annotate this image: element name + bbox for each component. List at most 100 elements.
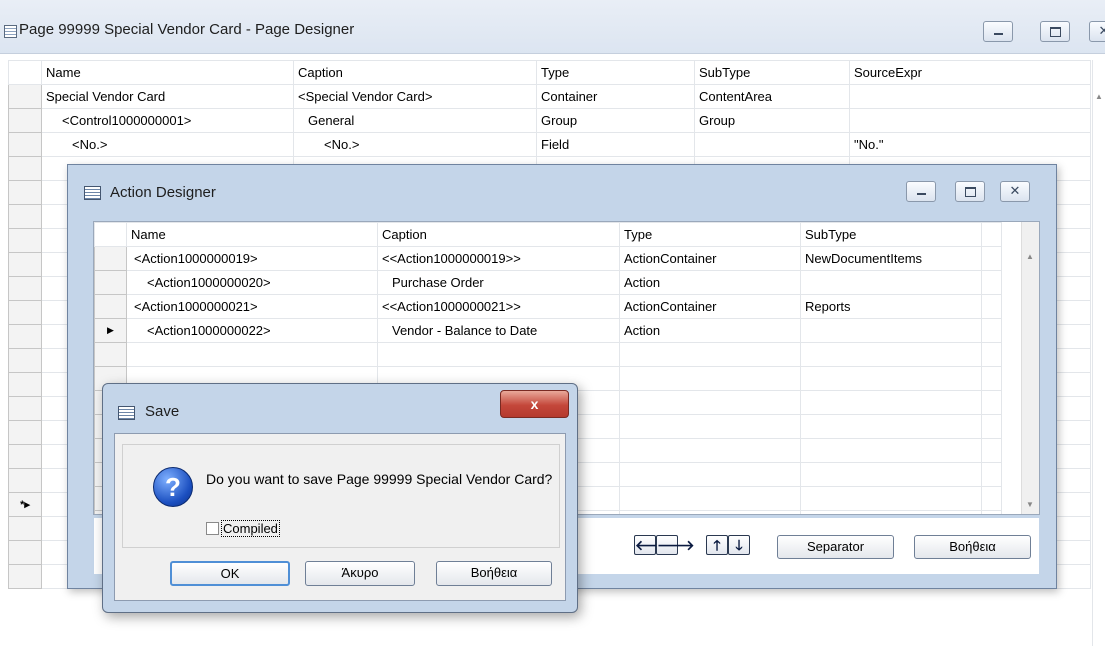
- cell-subtype[interactable]: Reports: [800, 294, 982, 319]
- cell-caption[interactable]: General: [293, 108, 537, 133]
- cell-caption[interactable]: <No.>: [293, 132, 537, 157]
- cell-name[interactable]: <Action1000000022>: [126, 318, 378, 343]
- cell-name[interactable]: <Control1000000001>: [41, 108, 294, 133]
- ok-button[interactable]: OK: [170, 561, 290, 586]
- cell-sourceexpr[interactable]: [849, 84, 1091, 109]
- table-row[interactable]: <Control1000000001> General Group Group: [8, 108, 1091, 133]
- table-row[interactable]: <Action1000000020> Purchase Order Action: [94, 270, 1002, 295]
- row-selector[interactable]: [8, 132, 42, 157]
- cell-subtype[interactable]: [800, 318, 982, 343]
- cell-type[interactable]: Group: [536, 108, 695, 133]
- separator-button[interactable]: Separator: [777, 535, 894, 559]
- cell-type[interactable]: Action: [619, 318, 801, 343]
- save-dialog-body: ? Do you want to save Page 99999 Special…: [114, 433, 566, 601]
- save-dialog-title: Save: [145, 403, 180, 420]
- help-button[interactable]: Βοήθεια: [914, 535, 1031, 559]
- column-header-subtype[interactable]: SubType: [800, 222, 982, 247]
- cell-caption[interactable]: Purchase Order: [377, 270, 620, 295]
- arrow-right-icon: 🡒: [657, 537, 695, 553]
- cell-type[interactable]: Field: [536, 132, 695, 157]
- new-row-marker: *▸: [8, 492, 42, 517]
- row-selector[interactable]: [8, 108, 42, 133]
- move-right-button[interactable]: 🡒: [656, 535, 695, 555]
- cell-subtype[interactable]: NewDocumentItems: [800, 246, 982, 271]
- maximize-button[interactable]: [1040, 21, 1070, 42]
- column-header-name[interactable]: Name: [41, 60, 294, 85]
- cell-type[interactable]: ActionContainer: [619, 246, 801, 271]
- minimize-button[interactable]: [983, 21, 1013, 42]
- column-header-type[interactable]: Type: [619, 222, 801, 247]
- window-icon: [4, 25, 17, 38]
- message-panel: ? Do you want to save Page 99999 Special…: [122, 444, 560, 548]
- page-designer-titlebar[interactable]: Page 99999 Special Vendor Card - Page De…: [0, 0, 1105, 54]
- help-button[interactable]: Βοήθεια: [436, 561, 552, 586]
- cancel-button[interactable]: Άκυρο: [305, 561, 415, 586]
- window-icon: [118, 406, 135, 420]
- save-message: Do you want to save Page 99999 Special V…: [206, 471, 553, 487]
- table-row[interactable]: <Action1000000019> <<Action1000000019>> …: [94, 246, 1002, 271]
- close-icon: ✕: [1098, 23, 1105, 38]
- column-header-subtype[interactable]: SubType: [694, 60, 850, 85]
- maximize-button[interactable]: [955, 181, 985, 202]
- cell-name[interactable]: <No.>: [41, 132, 294, 157]
- cell-name[interactable]: <Action1000000021>: [126, 294, 378, 319]
- vertical-scrollbar[interactable]: ▲ ▼: [1021, 222, 1039, 514]
- cell-name[interactable]: Special Vendor Card: [41, 84, 294, 109]
- close-icon: ✕: [1009, 183, 1021, 198]
- question-icon: ?: [153, 467, 193, 507]
- minimize-icon: [994, 33, 1003, 35]
- cell-sourceexpr[interactable]: [849, 108, 1091, 133]
- row-selector[interactable]: [94, 246, 127, 271]
- cell-subtype[interactable]: Group: [694, 108, 850, 133]
- cell-sourceexpr[interactable]: "No.": [849, 132, 1091, 157]
- window-icon: [84, 186, 101, 200]
- close-button[interactable]: ✕: [1000, 181, 1030, 202]
- column-header-sourceexpr[interactable]: SourceExpr: [849, 60, 1091, 85]
- cell-name[interactable]: <Action1000000019>: [126, 246, 378, 271]
- table-row-current[interactable]: ▶ <Action1000000022> Vendor - Balance to…: [94, 318, 1002, 343]
- cell-name[interactable]: <Action1000000020>: [126, 270, 378, 295]
- cell-type[interactable]: Container: [536, 84, 695, 109]
- arrow-up-icon: 🡑: [713, 537, 721, 553]
- column-header-name[interactable]: Name: [126, 222, 378, 247]
- page-designer-title: Page 99999 Special Vendor Card - Page De…: [19, 21, 355, 38]
- cell-subtype[interactable]: [800, 270, 982, 295]
- minimize-icon: [917, 193, 926, 195]
- cell-subtype[interactable]: ContentArea: [694, 84, 850, 109]
- column-header-caption[interactable]: Caption: [377, 222, 620, 247]
- scroll-down-icon[interactable]: ▼: [1026, 500, 1034, 509]
- save-dialog: Save x ? Do you want to save Page 99999 …: [102, 383, 578, 613]
- table-row[interactable]: Special Vendor Card <Special Vendor Card…: [8, 84, 1091, 109]
- cell-subtype[interactable]: [694, 132, 850, 157]
- scroll-up-icon[interactable]: ▲: [1026, 252, 1034, 261]
- cell-caption[interactable]: Vendor - Balance to Date: [377, 318, 620, 343]
- move-up-button[interactable]: 🡑: [706, 535, 728, 555]
- row-selector[interactable]: [8, 84, 42, 109]
- corner-cell: [8, 60, 42, 85]
- corner-cell: [94, 222, 127, 247]
- cell-caption[interactable]: <<Action1000000021>>: [377, 294, 620, 319]
- close-button[interactable]: ✕: [1089, 21, 1105, 42]
- move-down-button[interactable]: 🡓: [728, 535, 750, 555]
- row-selector[interactable]: [94, 294, 127, 319]
- cell-type[interactable]: ActionContainer: [619, 294, 801, 319]
- current-row-marker: ▶: [94, 318, 127, 343]
- column-header-type[interactable]: Type: [536, 60, 695, 85]
- arrow-down-icon: 🡓: [735, 537, 743, 553]
- move-left-button[interactable]: 🡐: [634, 535, 673, 555]
- scrollbar-track[interactable]: [1092, 60, 1093, 646]
- close-icon: x: [530, 396, 539, 412]
- compiled-checkbox-label[interactable]: Compiled: [221, 520, 280, 537]
- minimize-button[interactable]: [906, 181, 936, 202]
- table-row[interactable]: <No.> <No.> Field "No.": [8, 132, 1091, 157]
- row-selector[interactable]: [94, 270, 127, 295]
- scroll-up-icon[interactable]: ▲: [1095, 92, 1103, 101]
- action-designer-titlebar[interactable]: Action Designer ✕: [68, 165, 1056, 221]
- cell-caption[interactable]: <Special Vendor Card>: [293, 84, 537, 109]
- column-header-caption[interactable]: Caption: [293, 60, 537, 85]
- table-row[interactable]: <Action1000000021> <<Action1000000021>> …: [94, 294, 1002, 319]
- close-button[interactable]: x: [500, 390, 569, 418]
- cell-type[interactable]: Action: [619, 270, 801, 295]
- cell-caption[interactable]: <<Action1000000019>>: [377, 246, 620, 271]
- compiled-checkbox[interactable]: [206, 522, 219, 535]
